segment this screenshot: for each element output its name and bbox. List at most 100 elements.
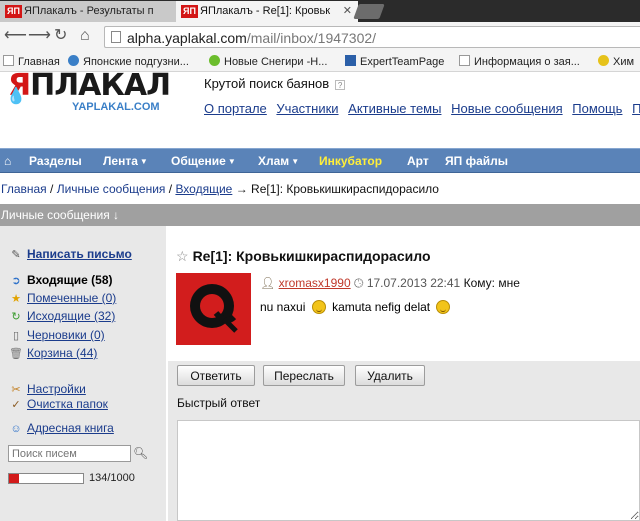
- url-path: /mail/inbox/1947302/: [246, 30, 377, 46]
- message-text: kamuta nefig delat: [332, 300, 431, 314]
- chevron-down-icon: ▼: [227, 157, 236, 166]
- breadcrumb-home[interactable]: Главная: [1, 182, 47, 196]
- page-icon: [3, 55, 14, 66]
- search-icon[interactable]: 🔍︎: [133, 446, 148, 460]
- menu-label: Хлам: [258, 154, 290, 168]
- folder-trash[interactable]: 🗑 Корзина (44): [9, 346, 97, 360]
- forward-arrow-icon[interactable]: ⟶: [28, 27, 51, 45]
- bookmark-label: Новые Снегири -Н...: [224, 56, 328, 68]
- settings-link[interactable]: ✂ Настройки: [9, 382, 86, 396]
- link-more[interactable]: Пр: [632, 101, 640, 116]
- bookmark-label: Японские подгузни...: [83, 56, 189, 68]
- site-icon: [345, 55, 356, 66]
- link-help[interactable]: Помощь: [572, 101, 622, 116]
- link-new-messages[interactable]: Новые сообщения: [451, 101, 563, 116]
- back-arrow-icon[interactable]: ⟵: [4, 27, 27, 45]
- avatar[interactable]: [176, 273, 251, 345]
- message-date: 17.07.2013 22:41: [366, 276, 461, 290]
- menu-files[interactable]: ЯП файлы: [445, 154, 508, 168]
- tools-icon: ✂: [11, 384, 21, 396]
- browser-tab-strip: ЯП ЯПлакалъ - Результаты п ЯП ЯПлакалъ -…: [0, 0, 640, 22]
- menu-sections[interactable]: Разделы: [29, 154, 82, 168]
- author-link[interactable]: xromasx1990: [279, 276, 351, 290]
- menu-label: ЯП файлы: [445, 154, 509, 168]
- section-header[interactable]: Личные сообщения ↓: [0, 204, 640, 226]
- addressbook-link[interactable]: ☺ Адресная книга: [9, 421, 114, 435]
- settings-label[interactable]: Настройки: [27, 382, 86, 396]
- url-host: alpha.yaplakal.com: [127, 30, 247, 46]
- bookmark-home[interactable]: Главная: [3, 55, 60, 68]
- mail-search-input[interactable]: [8, 445, 131, 462]
- folder-label[interactable]: Черновики (0): [27, 328, 105, 342]
- breadcrumb-inbox[interactable]: Входящие: [175, 182, 232, 196]
- bookmark-snegiri[interactable]: Новые Снегири -Н...: [209, 55, 327, 68]
- quota-fill: [9, 474, 19, 483]
- trash-icon: 🗑: [9, 348, 23, 360]
- to-label: Кому:: [463, 276, 495, 290]
- compose-link[interactable]: ✎ Написать письмо: [9, 247, 132, 261]
- chevron-down-icon: ▼: [139, 157, 148, 166]
- message-title: ☆ Re[1]: Кровькишкираспидорасило: [176, 248, 431, 265]
- close-tab-icon[interactable]: ✕: [343, 4, 352, 17]
- folder-label[interactable]: Исходящие (32): [27, 309, 115, 323]
- folder-label[interactable]: Корзина (44): [27, 346, 97, 360]
- site-favicon: ЯП: [5, 5, 22, 18]
- menu-feed[interactable]: Лента ▼: [103, 154, 148, 168]
- reply-button[interactable]: Ответить: [177, 365, 255, 386]
- browser-tab-search-results[interactable]: ЯП ЯПлакалъ - Результаты п: [0, 1, 178, 22]
- home-icon[interactable]: ⌂: [80, 27, 90, 45]
- tab-title: ЯПлакалъ - Re[1]: Кровьк: [200, 5, 331, 17]
- browser-tab-message[interactable]: ЯП ЯПлакалъ - Re[1]: Кровьк ✕: [176, 1, 358, 22]
- message-title-text: Re[1]: Кровькишкираспидорасило: [192, 248, 431, 264]
- new-tab-button[interactable]: [353, 4, 385, 19]
- top-links: О портале Участники Активные темы Новые …: [204, 101, 640, 116]
- clock-icon: 🕓︎: [353, 276, 364, 290]
- folder-sent[interactable]: ↻ Исходящие (32): [9, 309, 115, 323]
- draft-icon: ▯: [12, 330, 20, 342]
- bookmark-diapers[interactable]: Японские подгузни...: [68, 55, 189, 68]
- menu-label: Разделы: [29, 154, 82, 168]
- clean-label[interactable]: Очистка папок: [27, 397, 108, 411]
- message-text: nu naxui: [260, 300, 306, 314]
- forward-button[interactable]: Переслать: [263, 365, 345, 386]
- teardrop-icon: 💧: [6, 88, 26, 105]
- folder-label[interactable]: Помеченные (0): [27, 291, 116, 305]
- logo-text: ПЛАКАЛ: [30, 68, 171, 103]
- folder-inbox[interactable]: ➲ Входящие (58): [9, 273, 113, 287]
- reload-icon[interactable]: ↻: [54, 27, 67, 45]
- bookmark-label: Информация о зая...: [474, 56, 580, 68]
- quick-reply-textarea[interactable]: [177, 420, 640, 521]
- bookmark-him[interactable]: Хим: [598, 55, 634, 68]
- clean-folders-link[interactable]: ✓ Очистка папок: [9, 397, 108, 411]
- compose-icon: ✎: [11, 249, 21, 261]
- folder-starred[interactable]: ★ Помеченные (0): [9, 291, 116, 305]
- site-logo[interactable]: ЯПЛАКАЛ 💧 YAPLAKAL.COM: [0, 68, 190, 114]
- menu-label: Лента: [103, 154, 138, 168]
- menu-art[interactable]: Арт: [407, 154, 429, 168]
- quota-bar: [8, 473, 84, 484]
- compose-label[interactable]: Написать письмо: [27, 247, 132, 261]
- menu-junk[interactable]: Хлам ▼: [258, 154, 299, 168]
- menu-label: Арт: [407, 154, 429, 168]
- bookmark-info[interactable]: Информация о зая...: [459, 55, 580, 68]
- home-icon[interactable]: ⌂: [4, 154, 11, 168]
- folder-drafts[interactable]: ▯ Черновики (0): [9, 328, 105, 342]
- menu-incubator[interactable]: Инкубатор: [319, 154, 382, 168]
- menu-social[interactable]: Общение ▼: [171, 154, 236, 168]
- link-about[interactable]: О портале: [204, 101, 267, 116]
- chevron-down-icon: ▼: [291, 157, 300, 166]
- link-members[interactable]: Участники: [276, 101, 338, 116]
- logo-subtitle: YAPLAKAL.COM: [72, 101, 160, 113]
- bookmark-expertteam[interactable]: ExpertTeamPage: [345, 55, 444, 68]
- addressbook-label[interactable]: Адресная книга: [27, 421, 114, 435]
- folder-label: Входящие (58): [27, 273, 113, 287]
- star-outline-icon[interactable]: ☆: [176, 248, 189, 264]
- delete-button[interactable]: Удалить: [355, 365, 425, 386]
- help-icon[interactable]: ?: [335, 80, 346, 90]
- address-bar[interactable]: alpha.yaplakal.com/mail/inbox/1947302/: [104, 26, 640, 48]
- broom-icon: ✓: [11, 399, 21, 411]
- bookmark-label: Хим: [613, 56, 635, 68]
- link-active-topics[interactable]: Активные темы: [348, 101, 441, 116]
- message-body: nu naxui kamuta nefig delat: [260, 300, 453, 314]
- breadcrumb-messages[interactable]: Личные сообщения: [57, 182, 166, 196]
